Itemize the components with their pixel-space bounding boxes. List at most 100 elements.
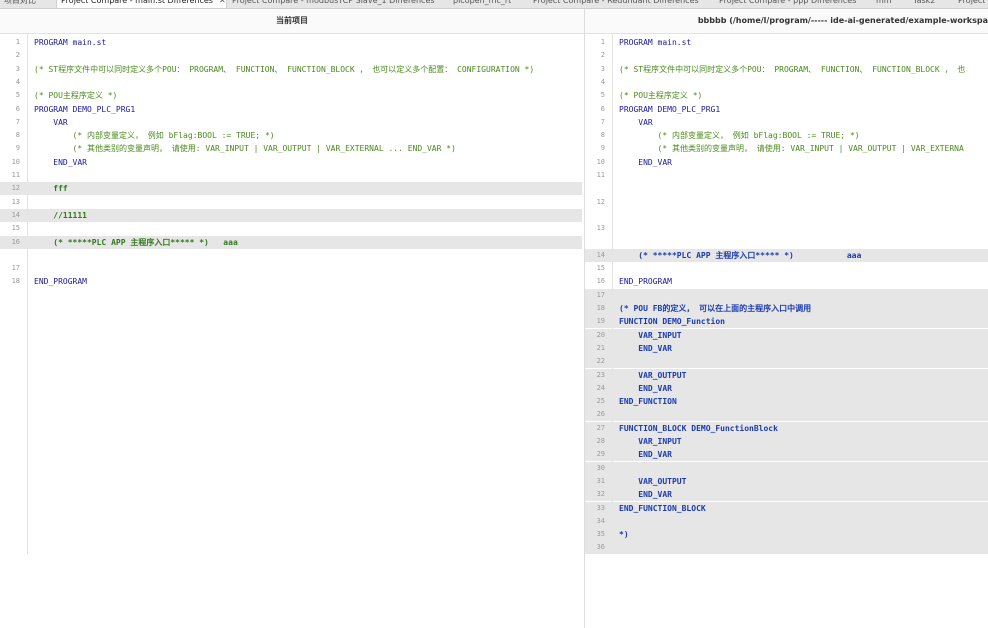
code-text: END_VAR [619,383,672,393]
code-line[interactable]: 27 FUNCTION_BLOCK DEMO_FunctionBlock [585,421,988,435]
code-line[interactable]: 25 END_FUNCTION [585,395,988,409]
line-number: 6 [600,104,605,113]
code-text: (* *****PLC APP 主程序入口***** *) aaa [619,250,862,260]
code-line[interactable]: 8 (* 内部变量定义， 例如 bFlag:BOOL := TRUE; *) [585,129,988,142]
line-number: 34 [596,516,605,525]
tab-5[interactable]: Project Compare - ppp Differences [719,0,856,8]
code-line[interactable]: 4 [585,76,988,89]
tab-label: mm [876,0,892,5]
line-number: 27 [596,423,605,432]
code-line[interactable]: 2 [585,49,988,62]
line-number: 23 [596,370,605,379]
code-line[interactable]: 31 VAR_OUTPUT [585,474,988,488]
code-line[interactable]: 5 (* POU主程序定义 *) [0,89,582,102]
editor-tab-bar: 项目对比 Project Compare - main.st Difference… [0,0,988,9]
tab-8[interactable]: Project [958,0,985,8]
tab-3[interactable]: plcopen_mc_rt [453,0,511,8]
line-number: 31 [596,476,605,485]
line-number: 18 [11,277,20,286]
line-number: 4 [15,77,20,86]
tab-2[interactable]: Project Compare - modbusTCP Slave_1 Diff… [232,0,435,8]
code-line[interactable]: 24 END_VAR [585,381,988,395]
line-number: 25 [596,397,605,406]
code-line[interactable]: 4 [0,76,582,89]
code-line[interactable] [585,182,988,195]
code-line[interactable]: 19 FUNCTION DEMO_Function [585,315,988,329]
code-line[interactable]: 22 [585,355,988,369]
line-number: 28 [596,437,605,445]
code-line[interactable]: 13 [0,196,582,209]
code-line[interactable]: 12 [585,196,988,209]
code-line[interactable]: 3 (* ST程序文件中可以同时定义多个POU： PROGRAM、 FUNCTIO… [0,63,582,76]
code-line[interactable]: 29 END_VAR [585,448,988,462]
code-line[interactable]: 15 [0,222,582,235]
code-text: VAR_OUTPUT [619,476,687,486]
line-number: 10 [11,157,20,166]
line-number: 13 [11,197,20,206]
code-line[interactable]: 10 END_VAR [0,156,582,169]
left-code-editor[interactable]: 1 PROGRAM main.st 2 3 (* ST程序文件中可以同时定义多个POU：… [0,34,584,628]
tab-4[interactable]: Project Compare - Redundant Differences [533,0,699,8]
code-line[interactable]: 17 [0,262,582,275]
code-line[interactable]: 3 (* ST程序文件中可以同时定义多个POU： PROGRAM、 FUNCTIO… [585,63,988,76]
code-line[interactable]: 33 END_FUNCTION_BLOCK [585,501,988,515]
code-line[interactable]: 17 [585,288,988,302]
code-line[interactable]: 32 END_VAR [585,488,988,502]
code-line[interactable]: 15 [585,262,988,275]
code-line[interactable]: 20 VAR_INPUT [585,328,988,342]
line-number: 3 [15,64,20,73]
line-number: 15 [596,264,605,273]
code-line[interactable]: 11 [0,169,582,182]
code-text: END_VAR [619,450,672,460]
tab-0[interactable]: 项目对比 [4,0,36,8]
code-line[interactable]: 12 fff [0,182,582,196]
code-line[interactable]: 9 (* 其他类别的变量声明， 请使用: VAR_INPUT | VAR_OUT… [0,142,582,155]
tab-7[interactable]: Task2 [913,0,935,8]
code-line[interactable]: 23 VAR_OUTPUT [585,368,988,382]
code-line[interactable]: 1 PROGRAM main.st [585,36,988,49]
code-line[interactable]: 10 END_VAR [585,156,988,169]
code-line[interactable]: 5 (* POU主程序定义 *) [585,89,988,102]
code-line[interactable]: 14 //11111 [0,208,582,222]
code-text: VAR_INPUT [619,330,682,340]
code-text: END_FUNCTION_BLOCK [619,503,706,513]
code-line[interactable]: 6 PROGRAM DEMO_PLC_PRG1 [0,103,582,116]
code-text: (* *****PLC APP 主程序入口***** *) aaa [34,237,238,247]
code-line[interactable] [585,236,988,249]
code-line[interactable]: 2 [0,49,582,62]
code-line[interactable]: 6 PROGRAM DEMO_PLC_PRG1 [585,103,988,116]
code-line[interactable] [585,209,988,222]
tab-1[interactable]: Project Compare - main.st Differences ✕ [56,0,227,8]
code-line[interactable]: 35 *) [585,528,988,542]
code-text: PROGRAM DEMO_PLC_PRG1 [619,104,721,114]
code-text: //11111 [34,210,87,220]
code-line[interactable]: 8 (* 内部变量定义， 例如 bFlag:BOOL := TRUE; *) [0,129,582,142]
right-code-editor[interactable]: 1 PROGRAM main.st 2 3 (* ST程序文件中可以同时定义多个POU：… [585,34,988,628]
line-number: 17 [11,264,20,273]
code-text: fff [34,184,68,194]
code-line[interactable]: 14 (* *****PLC APP 主程序入口***** *) aaa [585,248,988,262]
code-line[interactable] [0,249,582,262]
code-line[interactable]: 7 VAR [0,116,582,129]
code-line[interactable]: 13 [585,222,988,235]
code-line[interactable]: 7 VAR [585,116,988,129]
tab-6[interactable]: mm [876,0,892,8]
line-number: 13 [596,224,605,233]
code-line[interactable]: 21 END_VAR [585,341,988,355]
code-line[interactable]: 28 VAR_INPUT [585,435,988,448]
code-line[interactable]: 18 (* POU FB的定义， 可以在上面的主程序入口中调用 [585,302,988,315]
code-line[interactable]: 11 [585,169,988,182]
code-line[interactable]: 18 END_PROGRAM [0,275,582,288]
line-number: 2 [600,51,605,60]
tab-label: Project Compare - modbusTCP Slave_1 Diff… [232,0,435,5]
close-icon[interactable]: ✕ [219,0,226,5]
code-line[interactable]: 9 (* 其他类别的变量声明， 请使用: VAR_INPUT | VAR_OUT… [585,142,988,155]
code-line[interactable]: 36 [585,541,988,555]
code-line[interactable]: 1 PROGRAM main.st [0,36,582,49]
code-line[interactable]: 16 (* *****PLC APP 主程序入口***** *) aaa [0,235,582,249]
code-line[interactable]: 26 [585,408,988,422]
code-line[interactable]: 16 END_PROGRAM [585,275,988,288]
code-line[interactable]: 30 [585,461,988,475]
code-line[interactable]: 34 [585,514,988,528]
right-pane-title: bbbbb (/home/l/program/----- ide-ai-gene… [585,9,988,34]
